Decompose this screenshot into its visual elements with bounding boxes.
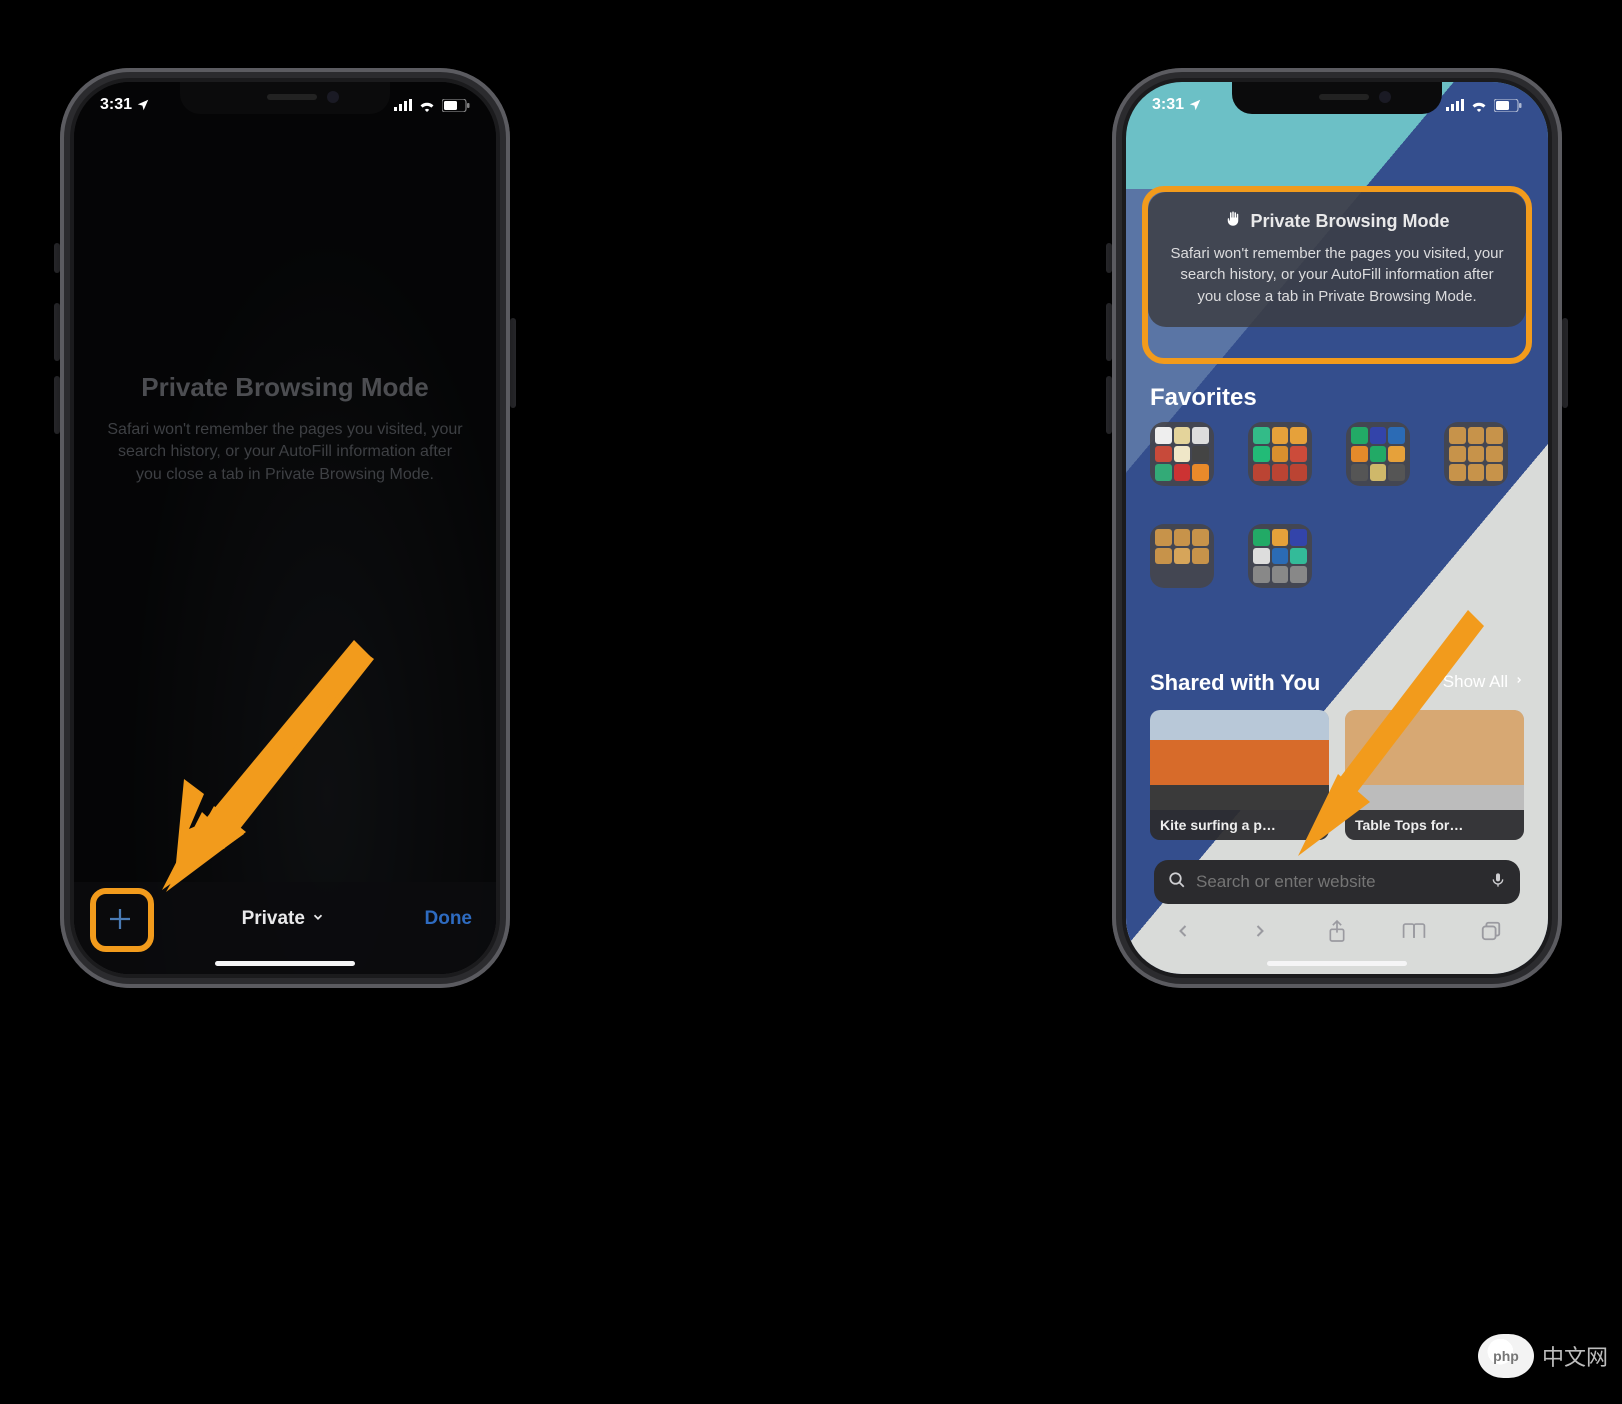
power-button bbox=[1562, 318, 1568, 408]
phone-screen-left: 3:31 Priva bbox=[74, 82, 496, 974]
home-indicator[interactable] bbox=[1267, 961, 1407, 966]
location-icon bbox=[136, 98, 150, 112]
status-time: 3:31 bbox=[1152, 96, 1184, 114]
favorites-folder[interactable] bbox=[1346, 422, 1410, 486]
back-button[interactable] bbox=[1163, 911, 1203, 951]
hand-icon bbox=[1224, 210, 1242, 233]
wifi-icon bbox=[1470, 99, 1488, 112]
watermark: php 中文网 bbox=[1478, 1334, 1608, 1378]
favorites-heading: Favorites bbox=[1150, 384, 1257, 412]
tabs-button[interactable] bbox=[1471, 911, 1511, 951]
show-all-button[interactable]: Show All bbox=[1443, 672, 1524, 692]
watermark-text: 中文网 bbox=[1542, 1340, 1608, 1372]
favorites-folder[interactable] bbox=[1150, 524, 1214, 588]
new-tab-button[interactable] bbox=[98, 897, 142, 941]
location-icon bbox=[1188, 98, 1202, 112]
cellular-icon bbox=[1446, 99, 1464, 111]
show-all-label: Show All bbox=[1443, 672, 1508, 692]
search-input[interactable] bbox=[1196, 872, 1480, 892]
chevron-down-icon bbox=[311, 908, 325, 930]
shared-with-you-row: Kite surfing a p… Table Tops for… bbox=[1150, 710, 1524, 840]
forward-button[interactable] bbox=[1240, 911, 1280, 951]
safari-toolbar bbox=[1126, 910, 1548, 960]
favorites-folder[interactable] bbox=[1248, 422, 1312, 486]
private-mode-title: Private Browsing Mode bbox=[104, 372, 466, 403]
private-mode-body: Safari won't remember the pages you visi… bbox=[104, 419, 466, 486]
private-mode-card: Private Browsing Mode Safari won't remem… bbox=[1148, 192, 1526, 327]
shared-item-thumb bbox=[1345, 710, 1524, 810]
favorites-grid bbox=[1150, 422, 1524, 588]
tab-group-selector[interactable]: Private bbox=[242, 908, 325, 930]
home-indicator[interactable] bbox=[215, 961, 355, 966]
favorites-folder[interactable] bbox=[1444, 422, 1508, 486]
tab-group-label: Private bbox=[242, 908, 305, 930]
phone-screen-right: 3:31 bbox=[1126, 82, 1548, 974]
search-icon bbox=[1168, 871, 1186, 894]
shared-item-label: Table Tops for… bbox=[1345, 810, 1524, 840]
chevron-right-icon bbox=[1514, 672, 1524, 692]
notch bbox=[1232, 82, 1442, 114]
power-button bbox=[510, 318, 516, 408]
phone-left: 3:31 Priva bbox=[60, 68, 510, 988]
address-bar[interactable] bbox=[1154, 860, 1520, 904]
shared-item[interactable]: Table Tops for… bbox=[1345, 710, 1524, 840]
favorites-folder[interactable] bbox=[1150, 422, 1214, 486]
watermark-badge: php bbox=[1478, 1334, 1534, 1378]
notch bbox=[180, 82, 390, 114]
bookmarks-button[interactable] bbox=[1394, 911, 1434, 951]
card-body: Safari won't remember the pages you visi… bbox=[1168, 243, 1506, 307]
done-button[interactable]: Done bbox=[425, 908, 473, 930]
battery-icon bbox=[1494, 99, 1522, 112]
cellular-icon bbox=[394, 99, 412, 111]
share-button[interactable] bbox=[1317, 911, 1357, 951]
favorites-folder[interactable] bbox=[1248, 524, 1312, 588]
shared-item[interactable]: Kite surfing a p… bbox=[1150, 710, 1329, 840]
mic-icon[interactable] bbox=[1490, 870, 1506, 895]
private-mode-info: Private Browsing Mode Safari won't remem… bbox=[104, 372, 466, 486]
shared-item-thumb bbox=[1150, 710, 1329, 810]
battery-icon bbox=[442, 99, 470, 112]
card-title: Private Browsing Mode bbox=[1250, 211, 1449, 232]
wifi-icon bbox=[418, 99, 436, 112]
shared-item-label: Kite surfing a p… bbox=[1150, 810, 1329, 840]
phone-right: 3:31 bbox=[1112, 68, 1562, 988]
shared-with-you-heading: Shared with You bbox=[1150, 670, 1320, 696]
status-time: 3:31 bbox=[100, 96, 132, 114]
